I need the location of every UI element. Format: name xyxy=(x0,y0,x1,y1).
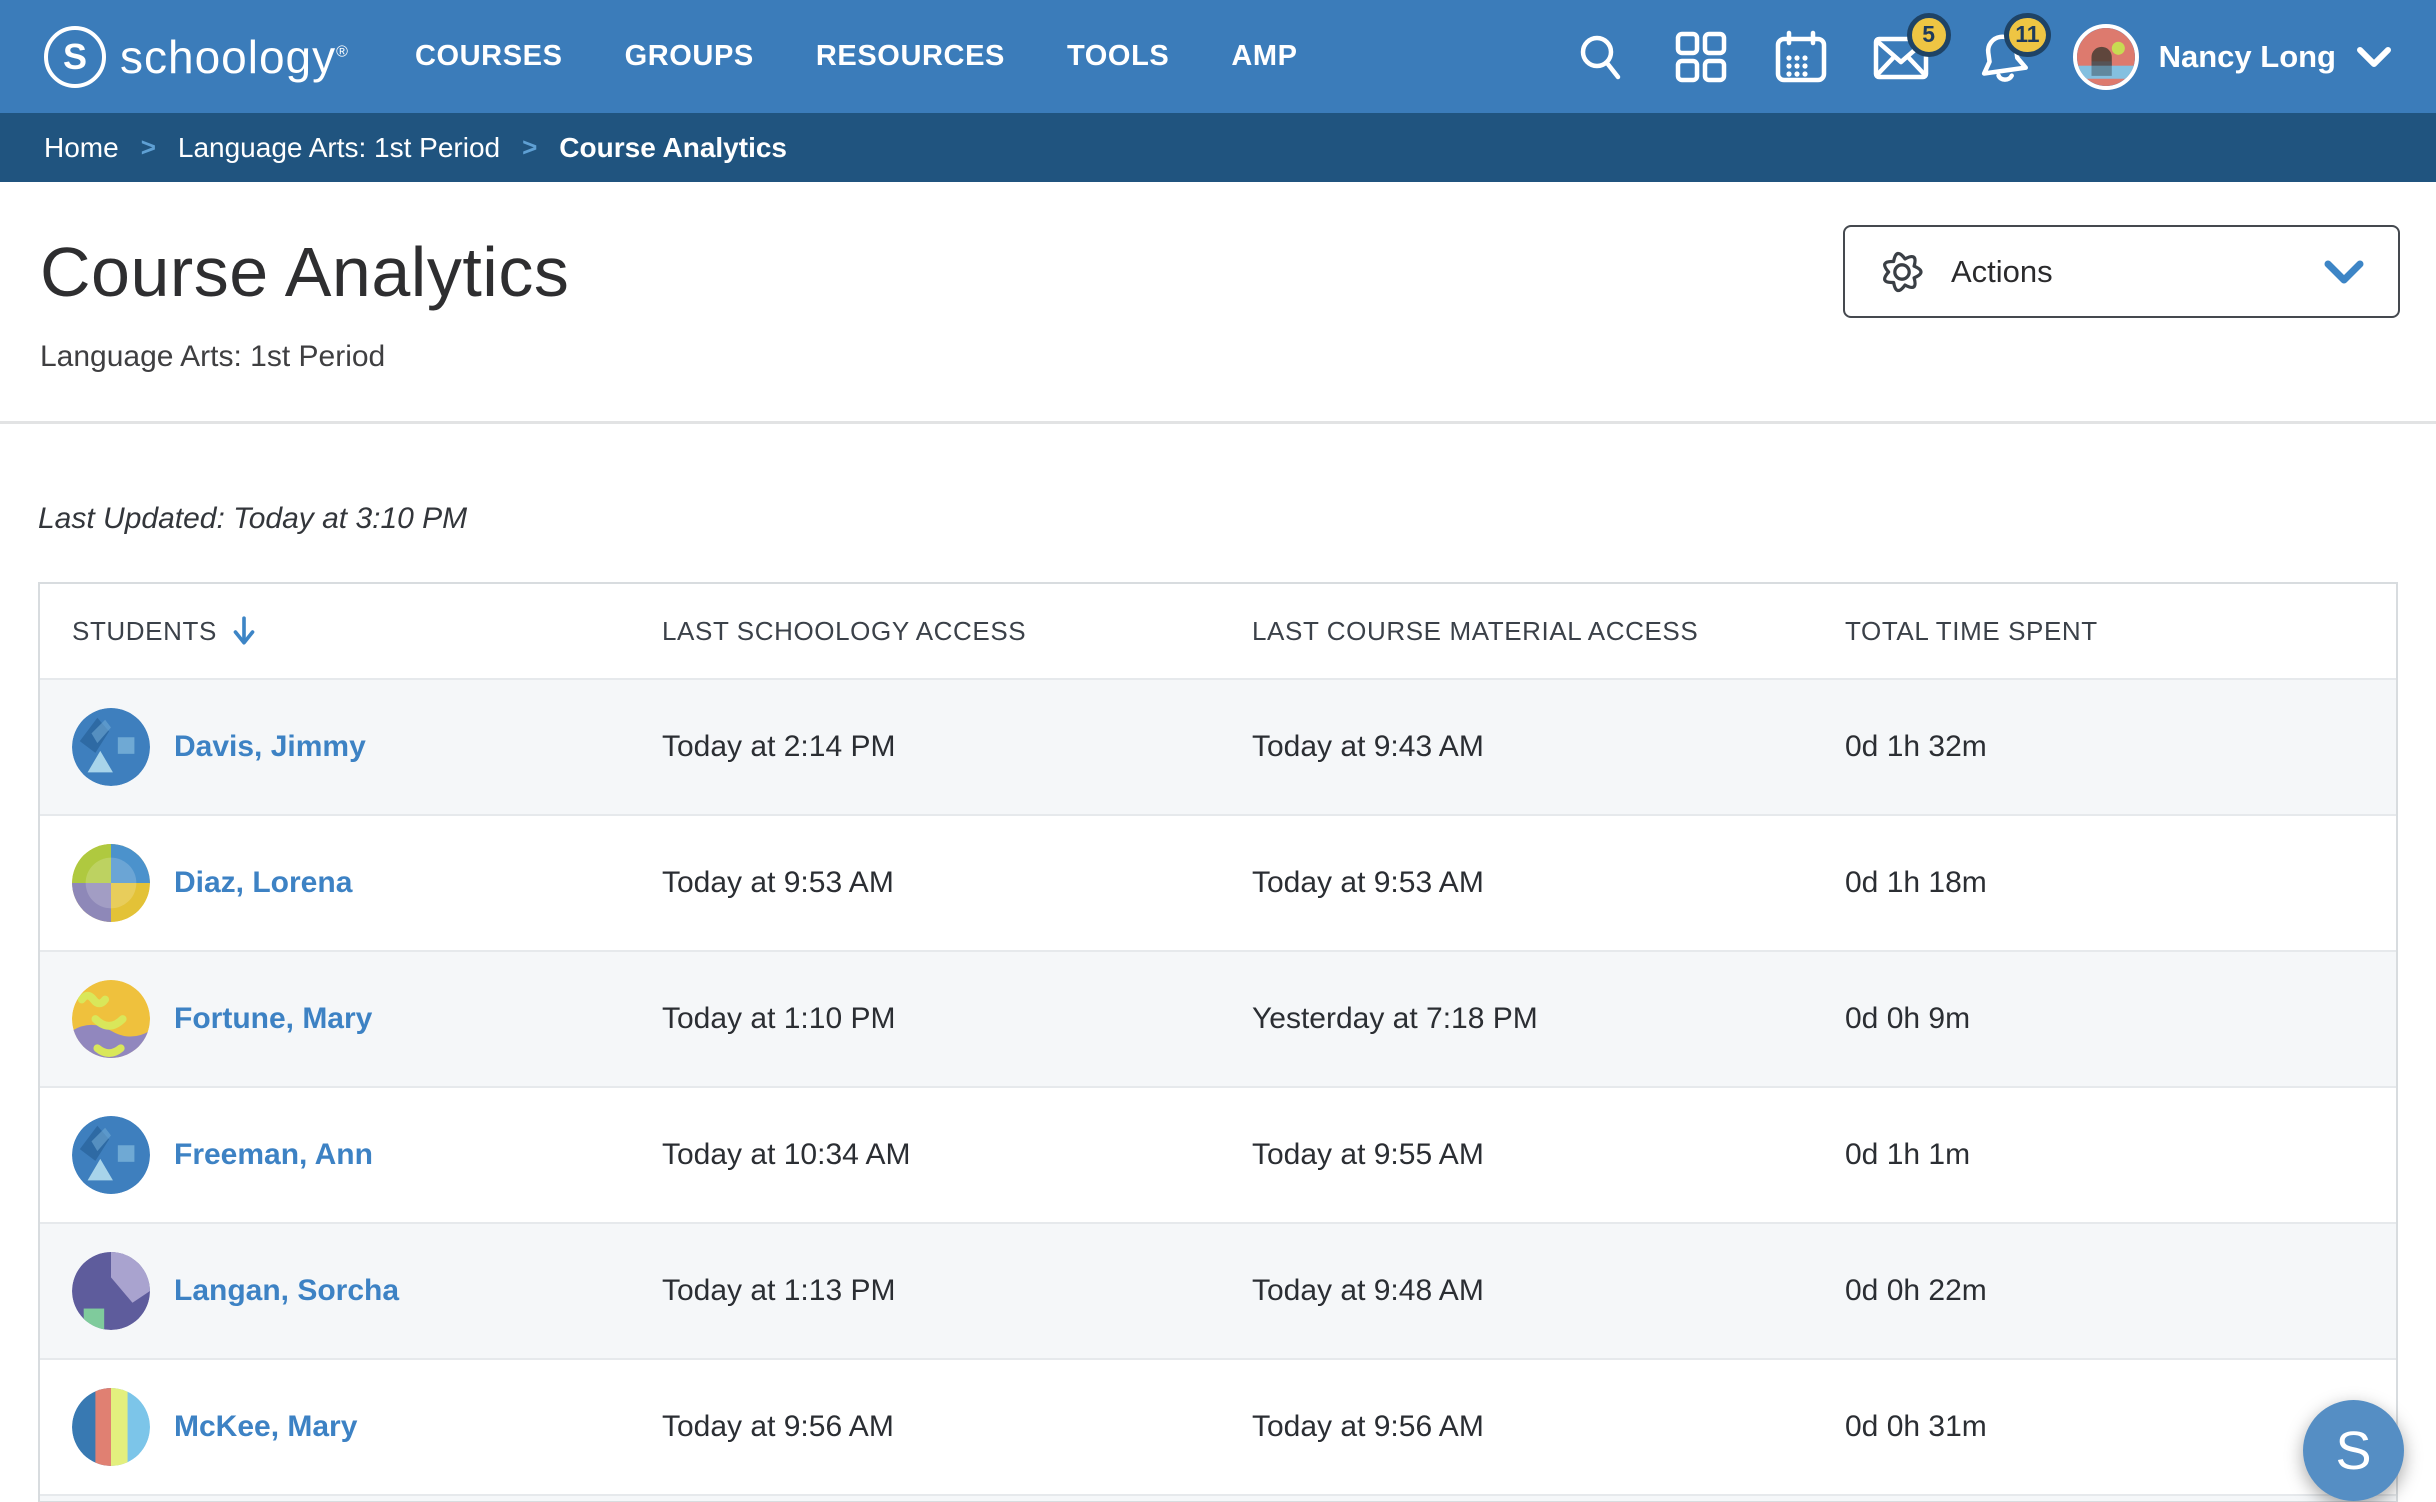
total-time-spent-value: 0d 0h 9m xyxy=(1845,1002,1971,1035)
student-name-link[interactable]: McKee, Mary xyxy=(174,1410,357,1444)
student-avatar[interactable] xyxy=(72,1388,150,1466)
last-course-material-access-value: Today at 9:56 AM xyxy=(1252,1410,1484,1443)
student-name-link[interactable]: Davis, Jimmy xyxy=(174,730,366,764)
search-icon[interactable] xyxy=(1573,29,1629,85)
nav-item-resources[interactable]: RESOURCES xyxy=(816,40,1005,73)
registered-mark: ® xyxy=(336,43,349,61)
last-schoology-access-value: Today at 1:13 PM xyxy=(662,1274,896,1307)
top-nav: S schoology® COURSES GROUPS RESOURCES TO… xyxy=(0,0,2436,113)
student-name-link[interactable]: Langan, Sorcha xyxy=(174,1274,399,1308)
nav-item-courses[interactable]: COURSES xyxy=(415,40,563,73)
user-name: Nancy Long xyxy=(2158,38,2336,74)
schoology-logo[interactable]: S schoology® xyxy=(44,25,349,88)
student-name-link[interactable]: Freeman, Ann xyxy=(174,1138,373,1172)
user-avatar xyxy=(2072,23,2139,90)
student-avatar[interactable] xyxy=(72,708,150,786)
nav-right-cluster: 5 11 Nancy Long xyxy=(1573,12,2392,90)
last-course-material-access-value: Today at 9:53 AM xyxy=(1252,866,1484,899)
notifications-bell-icon[interactable]: 11 xyxy=(1973,12,2051,85)
actions-chevron-down-icon xyxy=(2324,260,2364,283)
student-name-link[interactable]: Diaz, Lorena xyxy=(174,866,352,900)
page-subtitle: Language Arts: 1st Period xyxy=(40,340,386,373)
table-row[interactable]: Langan, Sorcha Today at 1:13 PM Today at… xyxy=(40,1222,2396,1358)
table-row[interactable]: Davis, Jimmy Today at 2:14 PM Today at 9… xyxy=(40,678,2396,814)
page-header: Course Analytics Language Arts: 1st Peri… xyxy=(0,182,2436,424)
breadcrumb-separator: > xyxy=(522,132,538,162)
breadcrumb: Home > Language Arts: 1st Period > Cours… xyxy=(0,113,2436,182)
apps-grid-icon[interactable] xyxy=(1673,29,1729,85)
breadcrumb-separator: > xyxy=(140,132,156,162)
breadcrumb-course[interactable]: Language Arts: 1st Period xyxy=(178,132,500,164)
student-avatar[interactable] xyxy=(72,1252,150,1330)
total-time-spent-value: 0d 1h 1m xyxy=(1845,1138,1971,1171)
last-schoology-access-value: Today at 1:10 PM xyxy=(662,1002,896,1035)
last-schoology-access-value: Today at 2:14 PM xyxy=(662,730,896,763)
schoology-s-icon: S xyxy=(44,25,106,88)
column-header-last-schoology-access[interactable]: LAST SCHOOLOGY ACCESS xyxy=(630,616,1220,647)
messages-icon[interactable]: 5 xyxy=(1873,12,1951,85)
nav-item-groups[interactable]: GROUPS xyxy=(625,40,754,73)
column-header-last-course-material-access[interactable]: LAST COURSE MATERIAL ACCESS xyxy=(1220,616,1813,647)
last-course-material-access-value: Today at 9:55 AM xyxy=(1252,1138,1484,1171)
column-header-total-time-spent[interactable]: TOTAL TIME SPENT xyxy=(1813,616,2396,647)
total-time-spent-value: 0d 0h 22m xyxy=(1845,1274,1987,1307)
student-avatar[interactable] xyxy=(72,1116,150,1194)
column-header-students[interactable]: STUDENTS xyxy=(40,615,630,647)
last-updated-text: Last Updated: Today at 3:10 PM xyxy=(38,502,468,535)
student-name-link[interactable]: Fortune, Mary xyxy=(174,1002,372,1036)
last-course-material-access-value: Yesterday at 7:18 PM xyxy=(1252,1002,1538,1035)
nav-item-amp[interactable]: AMP xyxy=(1231,40,1297,73)
gear-icon xyxy=(1883,251,1923,292)
last-course-material-access-value: Today at 9:48 AM xyxy=(1252,1274,1484,1307)
main-content: Last Updated: Today at 3:10 PM STUDENTS … xyxy=(0,502,2436,1502)
table-body: Davis, Jimmy Today at 2:14 PM Today at 9… xyxy=(40,678,2396,1494)
breadcrumb-home[interactable]: Home xyxy=(44,132,119,164)
main-menu: COURSES GROUPS RESOURCES TOOLS AMP xyxy=(415,40,1298,73)
student-avatar[interactable] xyxy=(72,980,150,1058)
table-row[interactable]: McKee, Mary Today at 9:56 AM Today at 9:… xyxy=(40,1358,2396,1494)
table-header-row: STUDENTS LAST SCHOOLOGY ACCESS LAST COUR… xyxy=(40,584,2396,678)
analytics-table: STUDENTS LAST SCHOOLOGY ACCESS LAST COUR… xyxy=(38,582,2398,1502)
last-schoology-access-value: Today at 9:56 AM xyxy=(662,1410,894,1443)
actions-button-label: Actions xyxy=(1951,253,2053,289)
user-menu[interactable]: Nancy Long xyxy=(2072,23,2392,90)
nav-item-tools[interactable]: TOOLS xyxy=(1067,40,1169,73)
support-floating-button[interactable]: S xyxy=(2303,1400,2404,1501)
notifications-count-badge: 11 xyxy=(2004,12,2051,57)
total-time-spent-value: 0d 1h 18m xyxy=(1845,866,1987,899)
sort-descending-icon xyxy=(233,616,255,645)
last-schoology-access-value: Today at 10:34 AM xyxy=(662,1138,911,1171)
calendar-icon[interactable] xyxy=(1773,29,1829,85)
total-time-spent-value: 0d 1h 32m xyxy=(1845,730,1987,763)
user-chevron-down-icon xyxy=(2357,46,2391,67)
student-avatar[interactable] xyxy=(72,844,150,922)
table-row[interactable]: Freeman, Ann Today at 10:34 AM Today at … xyxy=(40,1086,2396,1222)
last-course-material-access-value: Today at 9:43 AM xyxy=(1252,730,1484,763)
table-row-partial xyxy=(40,1494,2396,1501)
schoology-wordmark: schoology® xyxy=(120,30,349,83)
table-row[interactable]: Diaz, Lorena Today at 9:53 AM Today at 9… xyxy=(40,814,2396,950)
breadcrumb-current-page: Course Analytics xyxy=(559,131,788,163)
table-row[interactable]: Fortune, Mary Today at 1:10 PM Yesterday… xyxy=(40,950,2396,1086)
messages-count-badge: 5 xyxy=(1906,12,1951,57)
actions-button[interactable]: Actions xyxy=(1843,225,2400,318)
last-schoology-access-value: Today at 9:53 AM xyxy=(662,866,894,899)
